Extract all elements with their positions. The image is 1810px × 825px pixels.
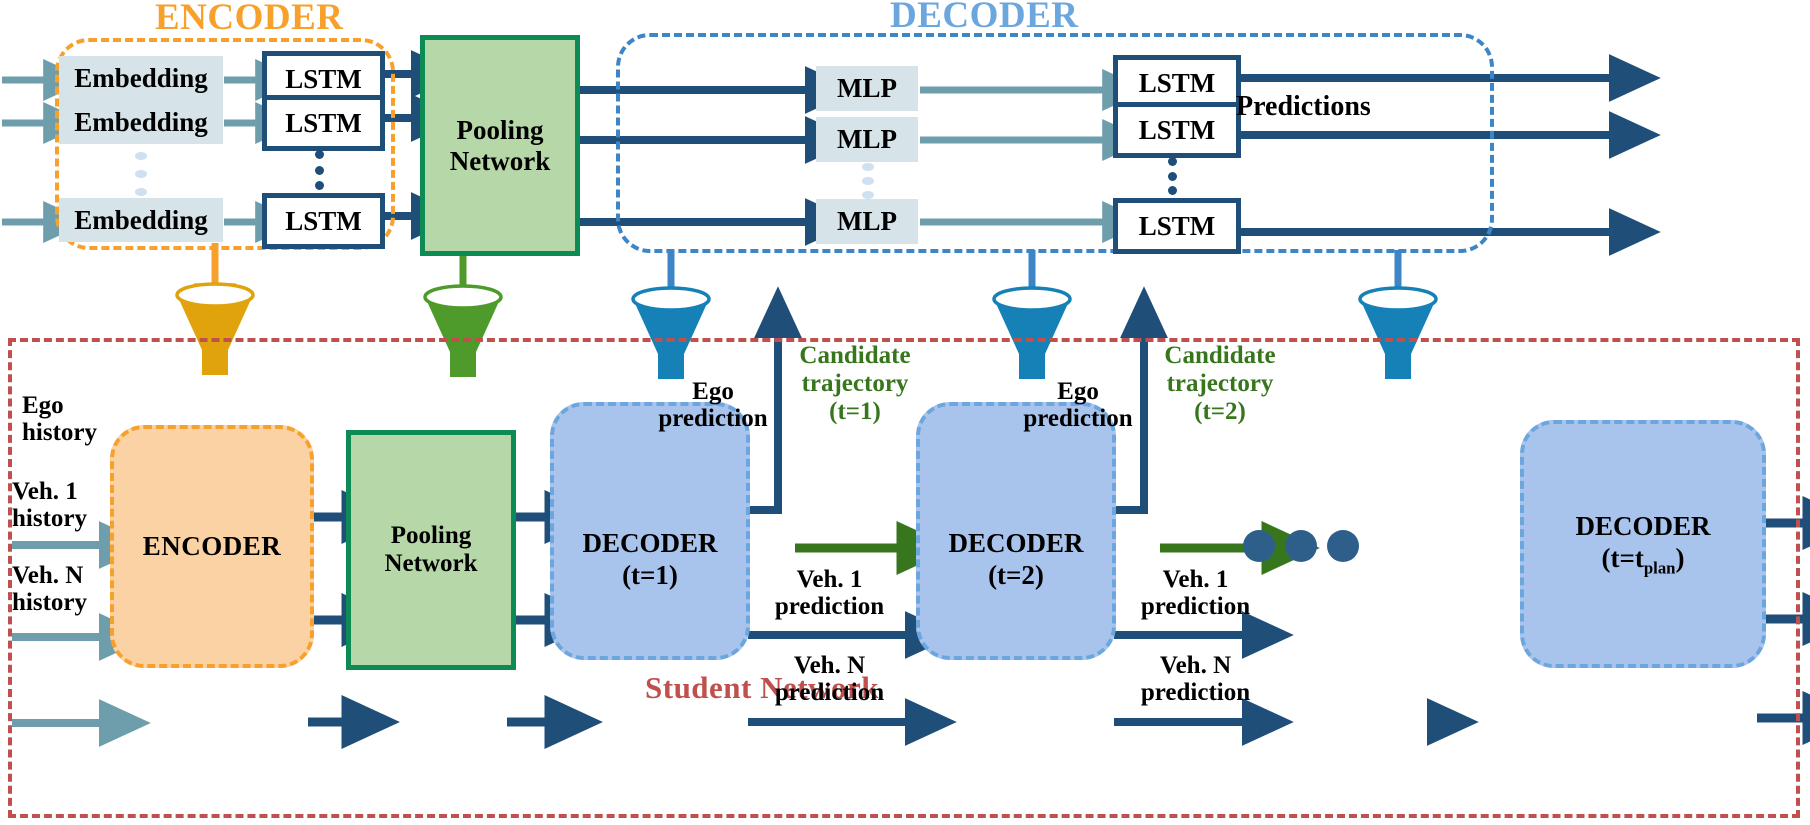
encoder-heading: ENCODER [155, 0, 344, 38]
ego-history-line2: history [22, 419, 97, 446]
teacher-pooling-network-block: Pooling Network [420, 35, 580, 256]
veh1-pred-1-line2: prediction [774, 593, 885, 620]
encoder-lstm-block-3: LSTM [262, 193, 385, 249]
embedding-block-3: Embedding [59, 198, 223, 242]
student-pooling-network-block: Pooling Network [346, 430, 516, 670]
veh1-prediction-label-2: Veh. 1 prediction [1118, 566, 1273, 620]
ego-prediction-label-2: Ego prediction [1003, 378, 1153, 432]
ego-prediction-label-1: Ego prediction [638, 378, 788, 432]
diagram-canvas: ENCODER Embedding Embedding Embedding LS… [0, 0, 1810, 825]
embedding-block-1: Embedding [59, 56, 223, 100]
vehN-pred-1-line1: Veh. N [793, 652, 866, 679]
candidate-1-line1: Candidate [799, 342, 911, 369]
student-decoder-block-2: DECODER (t=2) [916, 402, 1116, 660]
student-decoder-block-1: DECODER (t=1) [550, 402, 750, 660]
decoder-1-name: DECODER [582, 527, 718, 558]
student-input-label-2: Veh. 1 history [12, 478, 87, 532]
student-decoder-block-3: DECODER (t=tplan) [1520, 420, 1766, 668]
pooling-label-line2: Network [449, 145, 551, 176]
student-input-label-3: Veh. N history [12, 562, 87, 616]
candidate-1-line3: (t=1) [829, 398, 881, 425]
predictions-label: Predictions [1236, 91, 1371, 122]
decoder-2-time: (t=2) [988, 560, 1044, 590]
decoder-lstm-block-2: LSTM [1113, 102, 1241, 158]
decoder-3-time: (t=tplan) [1602, 542, 1685, 578]
decoder-3-time-suffix: ) [1675, 542, 1685, 573]
candidate-trajectory-label-2: Candidate trajectory (t=2) [1150, 342, 1290, 426]
decoder-lstm-block-3: LSTM [1113, 198, 1241, 254]
student-encoder-block: ENCODER [110, 425, 314, 668]
teacher-input-arrows [2, 59, 89, 243]
encoder-lstm-ellipsis [310, 150, 328, 190]
veh1-prediction-label-1: Veh. 1 prediction [752, 566, 907, 620]
decoder-1-time: (t=1) [622, 560, 678, 590]
decoder-lstm-ellipsis [1163, 157, 1181, 195]
vehN-prediction-label-1: Veh. N prediction [752, 652, 907, 706]
vehN-pred-2-line1: Veh. N [1159, 652, 1232, 679]
embedding-block-2: Embedding [59, 100, 223, 144]
student-pooling-line1: Pooling [390, 522, 472, 549]
vehN-pred-1-line2: prediction [774, 679, 885, 706]
veh1-pred-2-line1: Veh. 1 [1162, 566, 1229, 593]
ego-prediction-1-line1: Ego [692, 378, 734, 405]
decoder-group-border [616, 33, 1494, 253]
veh1-pred-2-line2: prediction [1140, 593, 1251, 620]
veh1-history-line1: Veh. 1 [12, 478, 78, 505]
embedding-ellipsis [129, 152, 153, 196]
mlp-block-1: MLP [816, 66, 918, 111]
decoder-2-name: DECODER [948, 527, 1084, 558]
decoder-3-time-sub: plan [1643, 558, 1676, 578]
encoder-lstm-block-2: LSTM [262, 95, 385, 151]
decoder-3-name: DECODER [1575, 510, 1711, 541]
vehN-prediction-label-2: Veh. N prediction [1118, 652, 1273, 706]
veh1-history-line2: history [12, 505, 87, 532]
candidate-2-line2: trajectory [1166, 370, 1274, 397]
mlp-block-3: MLP [816, 199, 918, 244]
mlp-ellipsis [858, 163, 878, 199]
mlp-block-2: MLP [816, 117, 918, 162]
ego-prediction-2-line1: Ego [1057, 378, 1099, 405]
ego-prediction-2-line2: prediction [1023, 405, 1133, 432]
ego-prediction-1-line2: prediction [658, 405, 768, 432]
candidate-2-line1: Candidate [1164, 342, 1276, 369]
candidate-trajectory-label-1: Candidate trajectory (t=1) [785, 342, 925, 426]
vehN-history-line2: history [12, 589, 87, 616]
veh1-pred-1-line1: Veh. 1 [796, 566, 863, 593]
ego-history-line1: Ego [22, 392, 64, 419]
vehN-pred-2-line2: prediction [1140, 679, 1251, 706]
candidate-2-line3: (t=2) [1194, 398, 1246, 425]
candidate-1-line2: trajectory [801, 370, 909, 397]
student-input-label-1: Ego history [22, 392, 97, 446]
vehN-history-line1: Veh. N [12, 562, 84, 589]
pooling-label-line1: Pooling [456, 115, 544, 146]
decoder-3-time-prefix: (t=t [1601, 542, 1644, 573]
decoder-heading: DECODER [890, 0, 1079, 36]
student-pooling-line2: Network [384, 550, 478, 577]
